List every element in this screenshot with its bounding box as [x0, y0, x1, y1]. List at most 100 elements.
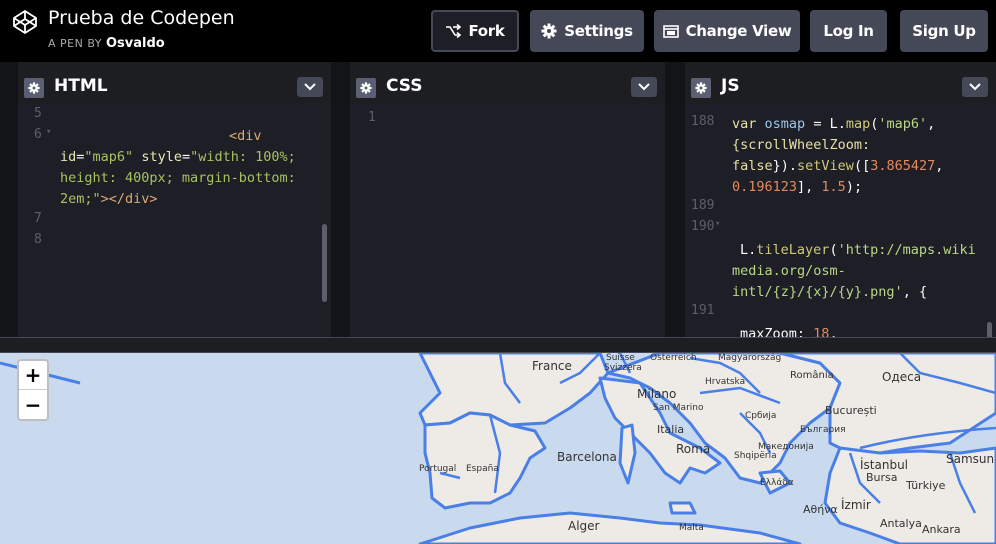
map-label: București — [825, 404, 877, 417]
signup-label: Sign Up — [912, 22, 976, 40]
line-number: 191 — [691, 303, 715, 318]
code-line: <div — [229, 128, 262, 144]
html-editor-panel: HTML 5 6 ▾ 7 8 <div id="map6" style="wid… — [18, 70, 331, 337]
map-tiles — [0, 353, 996, 544]
code-line: 2em;"></div> — [60, 191, 158, 207]
css-settings-icon[interactable] — [356, 78, 376, 98]
map-label: România — [790, 370, 834, 381]
line-number: 189 — [691, 198, 715, 213]
line-number: 190 — [691, 219, 715, 234]
map-label: Italia — [657, 423, 685, 436]
map-label: Svizzera — [604, 363, 642, 373]
map-label: Alger — [568, 519, 600, 533]
code-line: L.tileLayer('http://maps.wiki — [740, 242, 976, 258]
map-zoom-control: + − — [17, 359, 49, 421]
map-label: Αθήνα — [803, 503, 838, 516]
code-line: id="map6" style="width: 100%; — [60, 149, 296, 165]
map-label: España — [466, 464, 499, 474]
html-scrollbar[interactable] — [322, 224, 327, 302]
map-label: Hrvatska — [705, 377, 746, 387]
js-options-chevron-icon[interactable] — [962, 77, 988, 97]
code-line: {scrollWheelZoom: — [732, 137, 871, 153]
map-label: İzmir — [841, 498, 871, 512]
fork-button[interactable]: Fork — [431, 10, 519, 52]
zoom-in-button[interactable]: + — [19, 361, 47, 390]
code-line: maxZoom: 18, — [740, 326, 838, 337]
map-preview[interactable]: + − France Suisse Svizzera Österreich Ma… — [0, 353, 996, 544]
zoom-out-button[interactable]: − — [19, 390, 47, 419]
code-line: height: 400px; margin-bottom: — [60, 170, 296, 186]
map-label: İstanbul — [860, 458, 909, 472]
code-line: 0.196123], 1.5); — [732, 179, 863, 195]
settings-label: Settings — [564, 22, 633, 40]
line-number: 7 — [34, 211, 42, 226]
map-label: Samsun — [946, 452, 995, 466]
code-line: media.org/osm- — [732, 263, 846, 279]
line-number: 188 — [691, 114, 715, 129]
line-number: 5 — [34, 106, 42, 121]
pen-title: Prueba de Codepen — [48, 7, 235, 29]
html-editor-header: HTML — [18, 70, 331, 104]
map-label: Magyarország — [718, 353, 782, 363]
map-label: Ελλάδα — [760, 478, 794, 488]
js-editor-panel: JS 188 189 190 ▾ 191 var osmap = L.map('… — [685, 70, 996, 337]
layout-icon — [662, 24, 679, 38]
map-label: Bursa — [866, 471, 898, 484]
change-view-label: Change View — [685, 22, 792, 40]
line-number: 8 — [34, 232, 42, 247]
css-options-chevron-icon[interactable] — [631, 77, 657, 97]
fork-label: Fork — [468, 22, 505, 40]
byline-prefix: A PEN BY — [48, 37, 102, 50]
code-line: false}).setView([3.865427, — [732, 158, 944, 174]
html-options-chevron-icon[interactable] — [297, 77, 323, 97]
pen-byline: A PEN BY Osvaldo — [48, 36, 165, 51]
js-editor-title: JS — [721, 76, 740, 96]
line-number: 6 — [34, 127, 42, 142]
js-code-area[interactable]: 188 189 190 ▾ 191 var osmap = L.map('map… — [685, 104, 996, 337]
map-label: Roma — [676, 442, 711, 456]
codepen-logo-icon[interactable] — [12, 9, 38, 35]
map-label: France — [532, 359, 572, 373]
js-editor-header: JS — [685, 70, 996, 104]
fold-arrow-icon[interactable]: ▾ — [46, 127, 51, 137]
fork-icon — [446, 24, 462, 38]
css-code-area[interactable]: 1 — [350, 104, 665, 337]
app-header: Prueba de Codepen A PEN BY Osvaldo Fork … — [0, 0, 996, 62]
css-editor-header: CSS — [350, 70, 665, 104]
html-settings-icon[interactable] — [24, 78, 44, 98]
left-gutter — [0, 62, 18, 337]
map-label: Malta — [679, 523, 704, 533]
css-editor-panel: CSS 1 — [350, 70, 665, 337]
change-view-button[interactable]: Change View — [654, 10, 800, 52]
map-label: San Marino — [653, 403, 704, 413]
settings-button[interactable]: Settings — [530, 10, 644, 52]
code-line: intl/{z}/{x}/{y}.png', { — [732, 284, 928, 300]
map-label: Одеса — [882, 370, 922, 384]
map-label: Türkiye — [906, 479, 946, 492]
line-number: 1 — [368, 110, 376, 125]
code-line: var osmap = L.map('map6', — [732, 116, 936, 132]
js-settings-icon[interactable] — [691, 78, 711, 98]
map-label: Antalya — [880, 517, 922, 530]
map-label: Österreich — [650, 353, 697, 363]
login-label: Log In — [823, 22, 874, 40]
map-label: Ankara — [922, 523, 961, 536]
login-button[interactable]: Log In — [810, 10, 887, 52]
resize-handle-html-css[interactable] — [331, 62, 350, 337]
map-label: Barcelona — [557, 450, 617, 464]
map-label: България — [800, 425, 846, 435]
map-label: Portugal — [419, 464, 457, 474]
author-link[interactable]: Osvaldo — [106, 36, 165, 51]
map-label: Suisse — [606, 353, 635, 363]
css-editor-title: CSS — [386, 76, 423, 96]
fold-arrow-icon[interactable]: ▾ — [715, 219, 720, 229]
map-label: Milano — [637, 387, 677, 401]
editor-area: HTML 5 6 ▾ 7 8 <div id="map6" style="wid… — [0, 62, 996, 337]
preview-resize-handle[interactable] — [0, 337, 996, 353]
resize-handle-css-js[interactable] — [665, 62, 685, 337]
signup-button[interactable]: Sign Up — [900, 10, 988, 52]
map-label: Shqipëria — [734, 451, 777, 461]
js-scrollbar[interactable] — [987, 322, 992, 337]
html-editor-title: HTML — [54, 76, 108, 96]
html-code-area[interactable]: 5 6 ▾ 7 8 <div id="map6" style="width: 1… — [18, 104, 331, 337]
